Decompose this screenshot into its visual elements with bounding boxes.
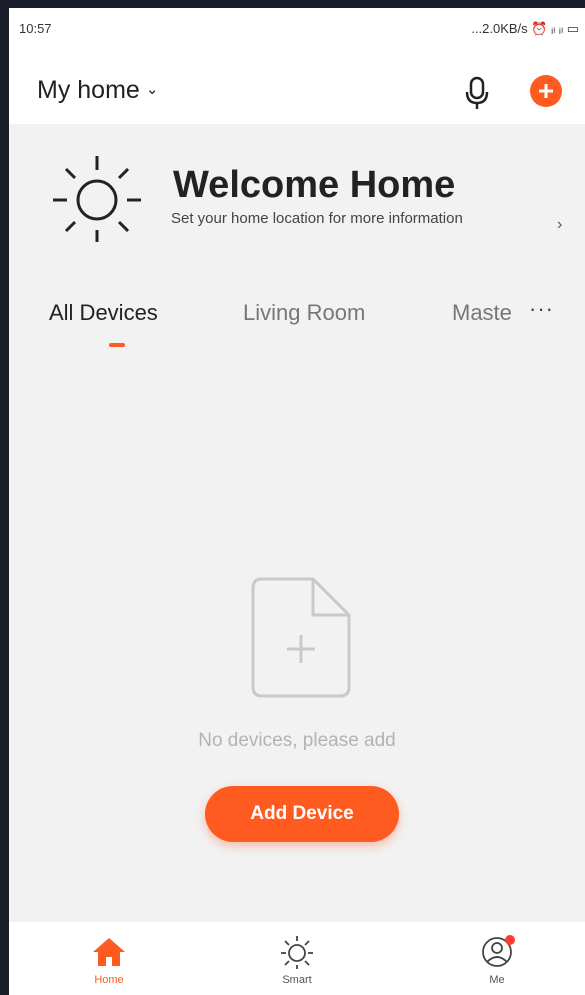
phone-screen: 10:57 ...2.0KB/s ⏰ ᵢₗ ᵢₗ ▭ My home ⌄ Wel… [9, 8, 585, 995]
nav-home-label: Home [94, 974, 124, 986]
status-indicators: ...2.0KB/s ⏰ ᵢₗ ᵢₗ ▭ [471, 21, 579, 36]
welcome-card[interactable]: Welcome Home Set your home location for … [9, 124, 585, 284]
tab-all-devices[interactable]: All Devices [49, 300, 158, 326]
add-circle-icon[interactable] [530, 75, 562, 107]
status-bar: 10:57 ...2.0KB/s ⏰ ᵢₗ ᵢₗ ▭ [9, 8, 585, 48]
nav-me-label: Me [489, 974, 505, 986]
notification-badge [505, 935, 515, 945]
nav-smart-label: Smart [282, 974, 312, 986]
more-tabs-icon[interactable]: ··· [529, 296, 554, 322]
room-tabs: All Devices Living Room Maste ··· [9, 284, 585, 354]
profile-icon [482, 935, 515, 967]
home-name: My home [37, 76, 140, 104]
welcome-subtitle: Set your home location for more informat… [171, 210, 463, 227]
tab-living-room[interactable]: Living Room [243, 300, 365, 326]
add-device-button[interactable]: Add Device [205, 786, 399, 842]
home-icon [93, 938, 125, 966]
nav-me[interactable]: Me [427, 922, 567, 995]
sun-icon [47, 152, 147, 244]
bottom-navigation: Home Smart Me [9, 922, 585, 995]
status-time: 10:57 [19, 21, 52, 36]
home-selector[interactable]: My home ⌄ [37, 76, 158, 105]
nav-home[interactable]: Home [39, 922, 179, 995]
active-tab-indicator [109, 343, 125, 347]
smart-sun-icon [281, 936, 313, 969]
welcome-title: Welcome Home [173, 164, 456, 206]
tab-master[interactable]: Maste [452, 300, 524, 326]
nav-smart[interactable]: Smart [227, 922, 367, 995]
empty-state-text: No devices, please add [198, 730, 396, 751]
empty-document-icon [249, 575, 353, 700]
app-header: My home ⌄ [9, 48, 585, 124]
chevron-down-icon: ⌄ [145, 81, 159, 98]
microphone-icon[interactable] [463, 76, 491, 112]
chevron-right-icon: › [557, 216, 563, 233]
